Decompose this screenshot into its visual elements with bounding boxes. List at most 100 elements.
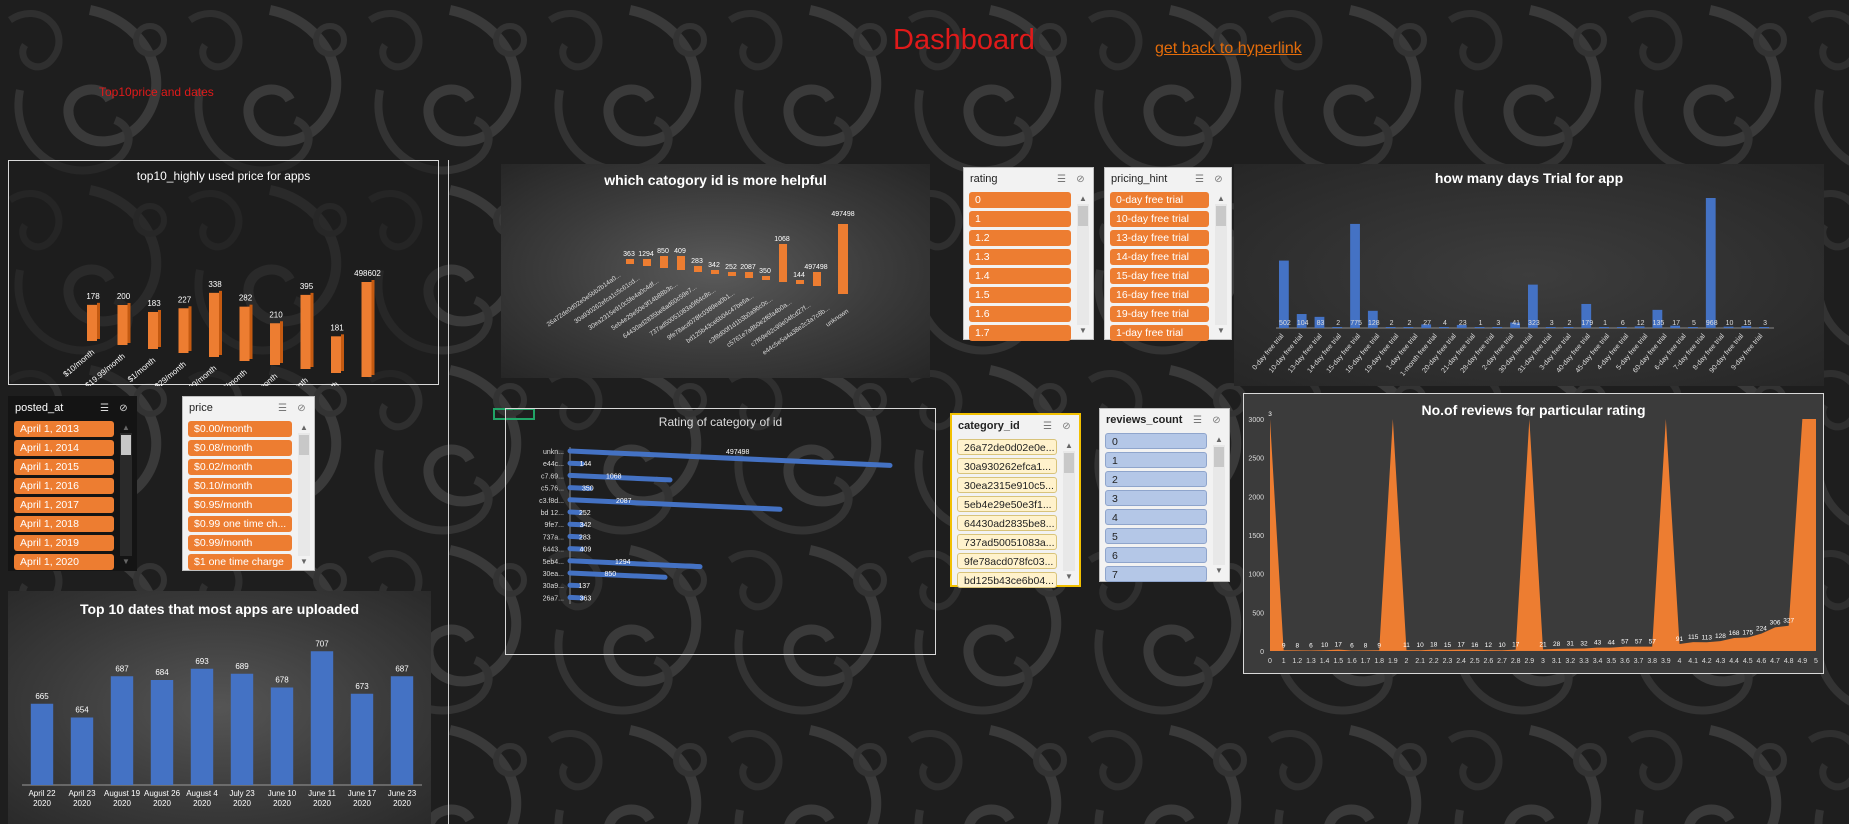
slicer-item[interactable]: 1.6 <box>969 306 1071 322</box>
clear-filter-icon[interactable]: ⊘ <box>1210 415 1223 426</box>
data-label: 1294 <box>638 251 654 258</box>
bar <box>1705 198 1716 328</box>
slicer-item[interactable]: 64430ad2835be8... <box>957 515 1057 531</box>
chart-reviews-svg: 05001000150020002500300003191.281.361.41… <box>1248 411 1818 665</box>
slicer-item[interactable]: 10-day free trial <box>1110 211 1209 227</box>
slicer-item[interactable]: 5 <box>1105 528 1207 544</box>
tick-label: 1.5 <box>1333 658 1343 665</box>
slicer-item[interactable]: 14-day free trial <box>1110 249 1209 265</box>
tick-label: $49/month <box>214 368 249 386</box>
slicer-item[interactable]: 1-day free trial <box>1110 325 1209 341</box>
slicer-item[interactable]: $0.00/month <box>188 421 292 437</box>
multi-select-icon[interactable]: ☰ <box>1193 174 1206 185</box>
slicer-price[interactable]: price ☰ ⊘ $0.00/month $0.08/month $0.02/mont… <box>182 396 315 571</box>
scroll-down-icon[interactable]: ▼ <box>120 557 132 567</box>
slicer-item[interactable]: 2 <box>1105 471 1207 487</box>
slicer-category-id[interactable]: category_id ☰ ⊘ 26a72de0d02e0e... 30a930262… <box>950 413 1081 588</box>
slicer-item[interactable]: 737ad50051083a... <box>957 534 1057 550</box>
scroll-up-icon[interactable]: ▲ <box>1063 441 1075 451</box>
slicer-item[interactable]: 1 <box>969 211 1071 227</box>
slicer-rating[interactable]: rating ☰ ⊘ 0 1 1.2 1.3 1.4 1.5 1.6 1.7 ▲ ▼ <box>963 167 1094 341</box>
scroll-down-icon[interactable]: ▼ <box>1063 572 1075 582</box>
slicer-item[interactable]: $0.08/month <box>188 440 292 456</box>
chart-dates-panel[interactable]: Top 10 dates that most apps are uploaded… <box>8 591 431 824</box>
multi-select-icon[interactable]: ☰ <box>1055 174 1068 185</box>
scroll-thumb[interactable] <box>1078 206 1088 226</box>
slicer-item[interactable]: bd125b43ce6b04... <box>957 572 1057 588</box>
slicer-item[interactable]: 19-day free trial <box>1110 306 1209 322</box>
slicer-item[interactable]: $0.02/month <box>188 459 292 475</box>
slicer-pricing-hint[interactable]: pricing_hint ☰ ⊘ 0-day free trial 10-day fr… <box>1104 167 1232 341</box>
multi-select-icon[interactable]: ☰ <box>1041 421 1054 432</box>
clear-filter-icon[interactable]: ⊘ <box>295 403 308 414</box>
scroll-down-icon[interactable]: ▼ <box>1215 326 1227 336</box>
chart-reviews-panel[interactable]: No.of reviews for particular rating 0 500… <box>1243 393 1824 674</box>
slicer-item[interactable]: April 1, 2019 <box>14 535 114 551</box>
slicer-item[interactable]: 7 <box>1105 566 1207 582</box>
slicer-item[interactable]: 30a930262efca1... <box>957 458 1057 474</box>
multi-select-icon[interactable]: ☰ <box>1191 415 1204 426</box>
chart-price-panel[interactable]: top10_highly used price for apps 178 $10/… <box>8 160 439 386</box>
slicer-item[interactable]: 1.5 <box>969 287 1071 303</box>
slicer-item[interactable]: 1.7 <box>969 325 1071 341</box>
back-hyperlink[interactable]: get back to hyperlink <box>1155 40 1302 58</box>
scroll-down-icon[interactable]: ▼ <box>1213 566 1225 576</box>
scroll-up-icon[interactable]: ▲ <box>120 423 132 433</box>
slicer-item[interactable]: 30ea2315e910c5... <box>957 477 1057 493</box>
scroll-up-icon[interactable]: ▲ <box>1213 435 1225 445</box>
slicer-item[interactable]: April 1, 2017 <box>14 497 114 513</box>
slicer-item[interactable]: $0.99/month <box>188 535 292 551</box>
slicer-item[interactable]: 16-day free trial <box>1110 287 1209 303</box>
scroll-thumb[interactable] <box>1064 453 1074 473</box>
data-label: 17 <box>1672 320 1680 327</box>
multi-select-icon[interactable]: ☰ <box>276 403 289 414</box>
slicer-item[interactable]: 1.4 <box>969 268 1071 284</box>
clear-filter-icon[interactable]: ⊘ <box>117 403 130 414</box>
multi-select-icon[interactable]: ☰ <box>98 403 111 414</box>
data-label: 168 <box>1729 630 1740 637</box>
slicer-item[interactable]: 1.3 <box>969 249 1071 265</box>
slicer-item[interactable]: April 1, 2015 <box>14 459 114 475</box>
slicer-item[interactable]: 26a72de0d02e0e... <box>957 439 1057 455</box>
data-label: 44 <box>1608 640 1616 647</box>
slicer-posted-at[interactable]: posted_at ☰ ⊘ April 1, 2013 April 1, 2014 Ap… <box>8 396 137 571</box>
chart-category-panel[interactable]: which catogory id is more helpful 363 129… <box>501 164 930 378</box>
slicer-item[interactable]: $0.99 one time ch... <box>188 516 292 532</box>
scroll-down-icon[interactable]: ▼ <box>298 557 310 567</box>
slicer-item[interactable]: 1.2 <box>969 230 1071 246</box>
slicer-item[interactable]: April 1, 2016 <box>14 478 114 494</box>
slicer-item[interactable]: 5eb4e29e50e3f1... <box>957 496 1057 512</box>
clear-filter-icon[interactable]: ⊘ <box>1074 174 1087 185</box>
slicer-item[interactable]: 9fe78acd078fc03... <box>957 553 1057 569</box>
slicer-item[interactable]: April 1, 2014 <box>14 440 114 456</box>
clear-filter-icon[interactable]: ⊘ <box>1212 174 1225 185</box>
slicer-item[interactable]: April 1, 2020 <box>14 554 114 570</box>
slicer-item[interactable]: $0.95/month <box>188 497 292 513</box>
slicer-item[interactable]: 15-day free trial <box>1110 268 1209 284</box>
slicer-item[interactable]: $1 one time charge <box>188 554 292 570</box>
scroll-thumb[interactable] <box>121 435 131 455</box>
slicer-item[interactable]: 4 <box>1105 509 1207 525</box>
bar <box>728 272 736 276</box>
scroll-down-icon[interactable]: ▼ <box>1077 326 1089 336</box>
scroll-thumb[interactable] <box>1216 206 1226 226</box>
scroll-up-icon[interactable]: ▲ <box>1215 194 1227 204</box>
scroll-thumb[interactable] <box>1214 447 1224 467</box>
slicer-item[interactable]: $0.10/month <box>188 478 292 494</box>
slicer-item[interactable]: 3 <box>1105 490 1207 506</box>
slicer-item[interactable]: 0-day free trial <box>1110 192 1209 208</box>
slicer-item[interactable]: 0 <box>969 192 1071 208</box>
scroll-up-icon[interactable]: ▲ <box>1077 194 1089 204</box>
slicer-item[interactable]: 13-day free trial <box>1110 230 1209 246</box>
scroll-thumb[interactable] <box>299 435 309 455</box>
slicer-item[interactable]: 1 <box>1105 452 1207 468</box>
scroll-up-icon[interactable]: ▲ <box>298 423 310 433</box>
chart-ratingcat-panel[interactable]: Rating of category of id unkn... 497498 e4… <box>505 408 936 655</box>
slicer-item[interactable]: 6 <box>1105 547 1207 563</box>
chart-trial-panel[interactable]: how many days Trial for app 502 104 83 2 775… <box>1234 164 1824 386</box>
slicer-item[interactable]: April 1, 2018 <box>14 516 114 532</box>
slicer-item[interactable]: April 1, 2013 <box>14 421 114 437</box>
slicer-reviews-count[interactable]: reviews_count ☰ ⊘ 0 1 2 3 4 5 6 7 ▲ ▼ <box>1099 408 1230 582</box>
clear-filter-icon[interactable]: ⊘ <box>1060 421 1073 432</box>
slicer-item[interactable]: 0 <box>1105 433 1207 449</box>
